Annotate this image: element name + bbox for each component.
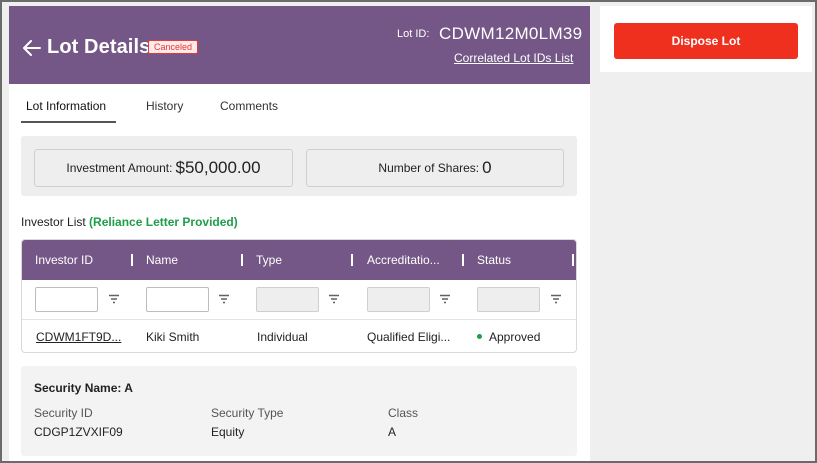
- lot-id-label: Lot ID:: [397, 28, 430, 40]
- cell-name: Kiki Smith: [146, 330, 200, 344]
- tab-comments[interactable]: Comments: [220, 92, 278, 124]
- security-type-value: Equity: [211, 425, 245, 439]
- filter-icon[interactable]: [328, 293, 340, 305]
- filter-input-accreditation[interactable]: [367, 287, 430, 312]
- column-divider[interactable]: [131, 254, 133, 266]
- security-name: Security Name: A: [34, 381, 133, 395]
- reliance-letter-note: (Reliance Letter Provided): [89, 215, 238, 229]
- security-id-label: Security ID: [34, 406, 93, 420]
- column-header-type[interactable]: Type: [256, 240, 282, 280]
- page-title: Lot Details: [47, 36, 151, 58]
- column-divider[interactable]: [572, 254, 574, 266]
- active-tab-indicator: [21, 121, 116, 123]
- column-header-status[interactable]: Status: [477, 240, 511, 280]
- lot-summary: Investment Amount: $50,000.00 Number of …: [21, 136, 577, 196]
- security-type-label: Security Type: [211, 406, 284, 420]
- column-header-name[interactable]: Name: [146, 240, 178, 280]
- filter-icon[interactable]: [439, 293, 451, 305]
- status-dot-icon: [477, 334, 482, 340]
- lot-details-card: Lot Details Canceled Lot ID: CDWM12M0LM3…: [9, 2, 590, 461]
- status-text: Approved: [489, 330, 541, 344]
- table-header: Investor ID Name Type Accreditatio... St…: [22, 240, 576, 280]
- class-value: A: [388, 425, 397, 439]
- tab-history[interactable]: History: [146, 92, 183, 124]
- column-header-investor-id[interactable]: Investor ID: [35, 240, 93, 280]
- app-frame: Lot Details Canceled Lot ID: CDWM12M0LM3…: [0, 0, 817, 463]
- filter-input-status[interactable]: [477, 287, 540, 312]
- dispose-lot-button[interactable]: Dispose Lot: [614, 23, 798, 59]
- cell-status: Approved: [477, 321, 541, 352]
- investor-id-link[interactable]: CDWM1FT9D...: [36, 321, 121, 352]
- filter-input-name[interactable]: [146, 287, 209, 312]
- class-label: Class: [388, 406, 419, 420]
- cell-type: Individual: [257, 330, 308, 344]
- column-header-accreditation[interactable]: Accreditatio...: [367, 240, 440, 280]
- filter-icon[interactable]: [550, 293, 562, 305]
- cell-accreditation: Qualified Eligi...: [367, 330, 451, 344]
- column-divider[interactable]: [241, 254, 243, 266]
- security-id-value: CDGP1ZVXIF09: [34, 425, 123, 439]
- investment-amount-value: $50,000.00: [175, 158, 261, 177]
- table-row[interactable]: CDWM1FT9D... Kiki Smith Individual Quali…: [22, 321, 576, 352]
- lot-id-value: CDWM12M0LM39: [439, 24, 583, 43]
- investor-list-heading: Investor List (Reliance Letter Provided): [21, 215, 238, 229]
- back-arrow-icon[interactable]: [21, 37, 43, 59]
- tab-lot-information[interactable]: Lot Information: [26, 92, 106, 124]
- actions-card: Dispose Lot: [600, 2, 812, 72]
- filter-icon[interactable]: [218, 293, 230, 305]
- lot-header: Lot Details Canceled Lot ID: CDWM12M0LM3…: [9, 6, 590, 84]
- investment-amount-box: Investment Amount: $50,000.00: [34, 149, 293, 187]
- column-divider[interactable]: [351, 254, 353, 266]
- status-badge: Canceled: [148, 40, 199, 54]
- filter-input-type[interactable]: [256, 287, 319, 312]
- investment-amount-label: Investment Amount:: [66, 161, 173, 175]
- investor-list-title: Investor List: [21, 215, 86, 229]
- filter-icon[interactable]: [108, 293, 120, 305]
- filter-row: [22, 280, 576, 320]
- security-details: Security Name: A Security ID CDGP1ZVXIF0…: [21, 366, 577, 456]
- number-of-shares-value: 0: [482, 158, 492, 177]
- investor-table: Investor ID Name Type Accreditatio... St…: [21, 239, 577, 353]
- column-divider[interactable]: [462, 254, 464, 266]
- number-of-shares-label: Number of Shares:: [378, 161, 480, 175]
- filter-input-investor-id[interactable]: [35, 287, 98, 312]
- correlated-lot-ids-link[interactable]: Correlated Lot IDs List: [454, 51, 573, 65]
- number-of-shares-box: Number of Shares: 0: [306, 149, 564, 187]
- scalloped-edge: [600, 2, 812, 10]
